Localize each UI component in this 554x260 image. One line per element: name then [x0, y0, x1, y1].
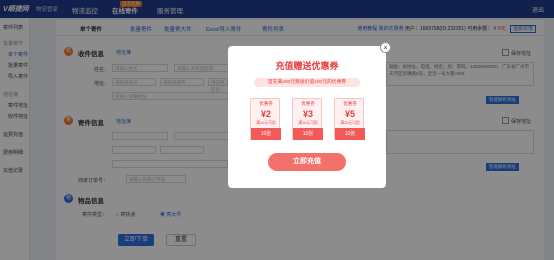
coupon-count: 10张: [251, 128, 281, 140]
coupon-condition: 满25元可用: [340, 121, 360, 125]
coupon-card: 优惠券 ¥3 满15元可用 10张: [292, 98, 323, 140]
coupon-tag: 优惠券: [259, 101, 273, 106]
coupon-tag: 优惠券: [301, 101, 315, 106]
coupon-card: 优惠券 ¥2 满10元可用 10张: [250, 98, 281, 140]
recharge-now-button[interactable]: 立即充值: [268, 153, 346, 171]
coupon-tag: 优惠券: [343, 101, 357, 106]
recharge-coupon-modal: 充值赠送优惠券 首充满200元赠送价值100元的优惠券 优惠券 ¥2 满10元可…: [228, 46, 386, 188]
coupon-card: 优惠券 ¥5 满25元可用 10张: [334, 98, 365, 140]
coupon-condition: 满15元可用: [298, 121, 318, 125]
coupon-value: ¥2: [260, 109, 271, 119]
modal-subtitle: 首充满200元赠送价值100元的优惠券: [254, 78, 360, 87]
close-icon[interactable]: ×: [380, 42, 391, 53]
coupon-count: 10张: [335, 128, 365, 140]
coupon-value: ¥3: [302, 109, 313, 119]
modal-title: 充值赠送优惠券: [275, 61, 339, 71]
coupon-count: 10张: [293, 128, 323, 140]
coupon-value: ¥5: [344, 109, 355, 119]
coupon-condition: 满10元可用: [256, 121, 276, 125]
